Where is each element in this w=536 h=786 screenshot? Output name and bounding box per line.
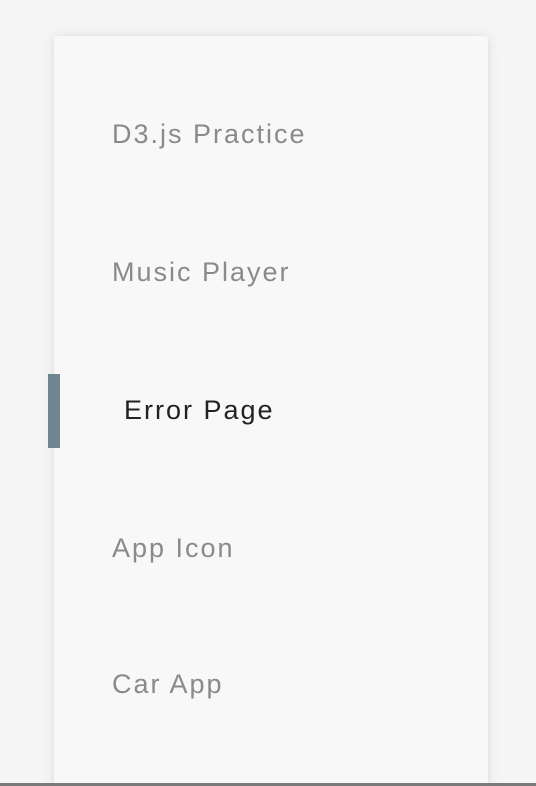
active-indicator	[48, 374, 60, 448]
menu-card: D3.js Practice Music Player Error Page A…	[54, 36, 488, 786]
page: D3.js Practice Music Player Error Page A…	[0, 0, 536, 786]
menu-item-error-page[interactable]: Error Page	[54, 373, 488, 447]
menu-item-car-app[interactable]: Car App	[54, 647, 488, 721]
menu-item-music-player[interactable]: Music Player	[54, 235, 488, 309]
menu-item-label: App Icon	[112, 532, 235, 563]
menu-item-label: D3.js Practice	[112, 118, 307, 149]
menu-item-label: Music Player	[112, 256, 291, 287]
menu-item-label: Car App	[112, 668, 224, 699]
menu-item-d3js-practice[interactable]: D3.js Practice	[54, 97, 488, 171]
menu-item-app-icon[interactable]: App Icon	[54, 511, 488, 585]
menu-item-label: Error Page	[124, 394, 275, 425]
